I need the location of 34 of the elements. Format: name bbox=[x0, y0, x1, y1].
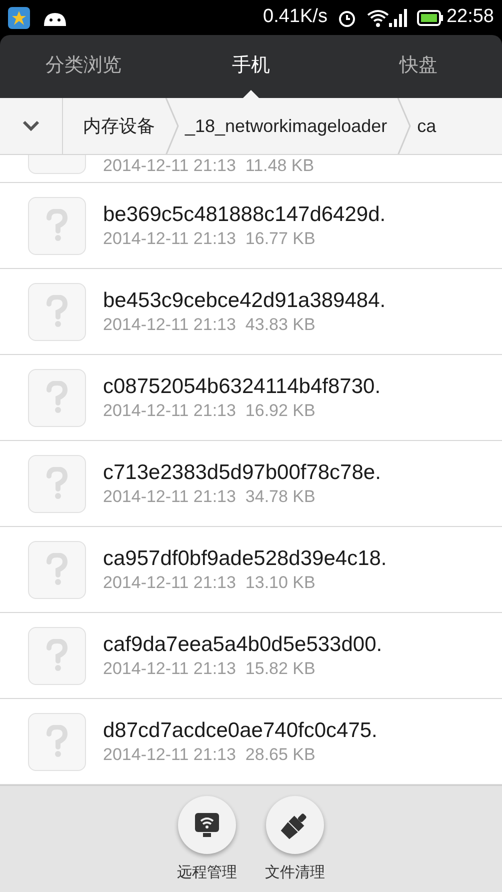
chevron-down-icon bbox=[22, 120, 40, 132]
file-meta: 2014-12-11 21:13 16.77 KB bbox=[103, 228, 316, 250]
file-meta: 2014-12-11 21:13 15.82 KB bbox=[103, 658, 316, 680]
file-name: be453c9cebce42d91a389484. bbox=[103, 288, 386, 314]
unknown-file-icon bbox=[28, 282, 86, 340]
network-speed: 0.41K/s bbox=[263, 5, 328, 30]
clock: 22:58 bbox=[446, 5, 494, 30]
file-meta: 2014-12-11 21:13 13.10 KB bbox=[103, 572, 316, 594]
file-meta: 2014-12-11 21:13 43.83 KB bbox=[103, 314, 316, 336]
tab[interactable]: 快盘 bbox=[334, 35, 502, 98]
file-name: ca957df0bf9ade528d39e4c18. bbox=[103, 546, 387, 572]
file-name: c713e2383d5d97b00f78c78e. bbox=[103, 460, 381, 486]
breadcrumb-item[interactable]: 内存设备 bbox=[63, 98, 165, 154]
unknown-file-icon bbox=[28, 196, 86, 254]
unknown-file-icon bbox=[28, 368, 86, 426]
file-meta: 2014-12-11 21:13 28.65 KB bbox=[103, 744, 316, 766]
tab[interactable]: 分类浏览 bbox=[0, 35, 168, 98]
wifi-icon bbox=[367, 8, 390, 26]
battery-icon bbox=[417, 10, 444, 26]
file-name: c08752054b6324114b4f8730. bbox=[103, 374, 381, 400]
unknown-file-icon bbox=[28, 712, 86, 770]
signal-icon bbox=[389, 8, 408, 26]
monitor-wifi-icon bbox=[192, 810, 222, 840]
file-meta: 2014-12-11 21:13 16.92 KB bbox=[103, 400, 316, 422]
breadcrumb-item[interactable]: _18_networkimageloader bbox=[179, 98, 398, 154]
breadcrumb-item[interactable]: ca bbox=[411, 98, 446, 154]
unknown-file-icon bbox=[28, 540, 86, 598]
file-meta: 2014-12-11 21:13 34.78 KB bbox=[103, 486, 316, 508]
unknown-file-icon bbox=[28, 454, 86, 512]
file-name: be369c5c481888c147d6429d. bbox=[103, 202, 386, 228]
file-name: caf9da7eea5a4b0d5e533d00. bbox=[103, 632, 382, 658]
unknown-file-icon bbox=[28, 626, 86, 684]
file-meta: 2014-12-11 21:13 11.48 KB bbox=[103, 157, 314, 174]
file-name: d87cd7acdce0ae740fc0c475. bbox=[103, 718, 378, 744]
